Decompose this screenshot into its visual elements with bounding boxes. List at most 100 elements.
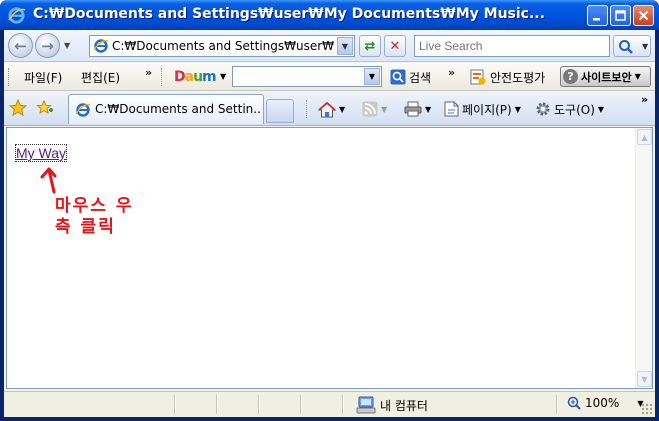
minimize-icon: [593, 18, 600, 21]
status-bar: 내 컴퓨터 100% ▼: [4, 391, 655, 417]
resize-grip[interactable]: [641, 403, 653, 415]
toolbar-grip[interactable]: [8, 68, 11, 86]
security-zone[interactable]: 내 컴퓨터: [356, 396, 428, 414]
page-menu-label: 페이지(P): [462, 102, 512, 117]
stop-icon: ✕: [389, 38, 401, 54]
status-divider: [174, 395, 175, 414]
forward-arrow-icon: →: [41, 36, 54, 55]
stop-button[interactable]: ✕: [384, 35, 406, 57]
address-bar[interactable]: C:₩Documents and Settings₩user₩My Docume…: [89, 35, 355, 57]
zone-label: 내 컴퓨터: [380, 398, 428, 413]
print-button[interactable]: ▼: [404, 99, 431, 119]
browser-client-area: ← → ▼ C:₩Documents and Settings₩user₩My …: [4, 30, 655, 417]
title-bar[interactable]: C:₩Documents and Settings₩user₩My Docume…: [0, 0, 659, 30]
chevron-down-icon: ▼: [597, 104, 605, 114]
status-divider: [258, 395, 259, 414]
forward-button[interactable]: →: [35, 33, 60, 58]
help-icon: ?: [563, 69, 578, 84]
toolbar-grip[interactable]: [161, 68, 164, 86]
close-button[interactable]: [633, 5, 654, 26]
my-computer-icon: [356, 396, 376, 414]
daum-search-button[interactable]: 검색: [390, 68, 431, 86]
status-divider: [342, 395, 343, 414]
tools-menu-label: 도구(O): [554, 102, 595, 117]
page-ie-icon: [93, 39, 109, 53]
maximize-button[interactable]: [610, 5, 631, 26]
site-security-button[interactable]: ? 사이트보안 ▼: [560, 66, 651, 87]
page-icon: [444, 101, 459, 117]
refresh-button[interactable]: ⇄: [359, 35, 381, 57]
favorites-star-icon[interactable]: [9, 99, 27, 117]
feeds-button[interactable]: ▼: [362, 99, 387, 119]
chevron-down-icon: ▼: [634, 72, 641, 81]
recent-pages-dropdown[interactable]: ▼: [64, 41, 70, 50]
address-toolbar: ← → ▼ C:₩Documents and Settings₩user₩My …: [4, 30, 655, 62]
back-button[interactable]: ←: [8, 33, 33, 58]
safety-rating-label: 안전도평가: [490, 70, 546, 85]
chevron-down-icon: ▼: [381, 104, 388, 114]
menu-edit[interactable]: 편집(E): [81, 69, 120, 86]
search-box[interactable]: [414, 35, 610, 57]
scroll-up-button[interactable]: ▲: [637, 129, 652, 145]
home-icon: [318, 101, 336, 117]
zoom-control[interactable]: 100% ▼: [567, 396, 643, 410]
daum-overflow-chevron[interactable]: »: [448, 66, 455, 79]
tab-active[interactable]: C:₩Documents and Settin...: [68, 94, 264, 124]
my-way-link[interactable]: My Way: [14, 144, 68, 162]
minimize-button[interactable]: [587, 5, 608, 26]
safety-rating-button[interactable]: 안전도평가: [470, 68, 545, 86]
page-menu-button[interactable]: 페이지(P) ▼: [444, 99, 521, 119]
status-divider: [556, 395, 557, 414]
back-arrow-icon: ←: [14, 36, 27, 55]
add-favorite-icon[interactable]: [36, 99, 54, 117]
zoom-level: 100%: [585, 396, 620, 410]
browser-window: C:₩Documents and Settings₩user₩My Docume…: [0, 0, 659, 421]
page-content: My Way 마우스 우 측 클릭 ▲ ▼: [6, 127, 653, 389]
address-input[interactable]: C:₩Documents and Settings₩user₩My Docume…: [112, 39, 334, 53]
vertical-scrollbar[interactable]: ▲ ▼: [635, 128, 652, 388]
daum-menu-dropdown[interactable]: ▼: [220, 72, 226, 81]
command-overflow-chevron[interactable]: »: [641, 93, 648, 106]
site-security-label: 사이트보안: [581, 70, 632, 84]
close-icon: [638, 10, 649, 21]
status-divider: [300, 395, 301, 414]
search-options-dropdown[interactable]: ▼: [642, 42, 648, 51]
ie-logo-icon: [8, 7, 26, 24]
annotation-line-1: 마우스 우: [55, 196, 134, 216]
search-icon: [390, 69, 406, 85]
zoom-icon: [567, 396, 581, 410]
daum-search-dropdown[interactable]: ▼: [364, 68, 380, 85]
tab-toolbar: C:₩Documents and Settin... ▼ ▼ ▼ 페이지(P) …: [4, 92, 655, 126]
safety-rating-icon: [470, 69, 486, 85]
menu-overflow-chevron[interactable]: »: [145, 66, 152, 79]
address-dropdown-button[interactable]: ▼: [337, 37, 353, 55]
gear-icon: [536, 102, 550, 116]
tools-menu-button[interactable]: 도구(O) ▼: [535, 99, 604, 119]
daum-search-label: 검색: [409, 70, 432, 85]
page-ie-icon: [75, 103, 91, 117]
daum-search-input[interactable]: ▼: [232, 66, 382, 87]
annotation-line-2: 측 클릭: [55, 217, 116, 237]
menu-file[interactable]: 파일(F): [24, 69, 62, 86]
maximize-icon: [615, 10, 626, 21]
search-input[interactable]: [415, 36, 609, 56]
chevron-down-icon: ▼: [425, 104, 432, 114]
red-arrow-icon: [40, 167, 57, 194]
chevron-down-icon: ▼: [514, 104, 521, 114]
annotation-text: 마우스 우 측 클릭: [55, 196, 133, 238]
home-button[interactable]: ▼: [318, 99, 345, 119]
search-icon: [619, 40, 633, 54]
printer-icon: [404, 101, 422, 117]
tab-label: C:₩Documents and Settin...: [95, 102, 260, 116]
window-title: C:₩Documents and Settings₩user₩My Docume…: [33, 6, 545, 22]
menu-toolbar: 파일(F) 편집(E) » Daum ▼ ▼ 검색 » 안전도평가 ? 사이트보: [4, 63, 655, 91]
chevron-down-icon: ▼: [339, 104, 346, 114]
new-tab-button[interactable]: [266, 99, 294, 123]
refresh-icon: ⇄: [364, 38, 376, 54]
scroll-down-button[interactable]: ▼: [637, 371, 652, 387]
toolbar-grip: [306, 100, 309, 118]
status-divider: [216, 395, 217, 414]
rss-feed-icon: [362, 101, 378, 117]
search-button[interactable]: ▼: [613, 35, 651, 57]
daum-logo[interactable]: Daum: [174, 69, 217, 85]
